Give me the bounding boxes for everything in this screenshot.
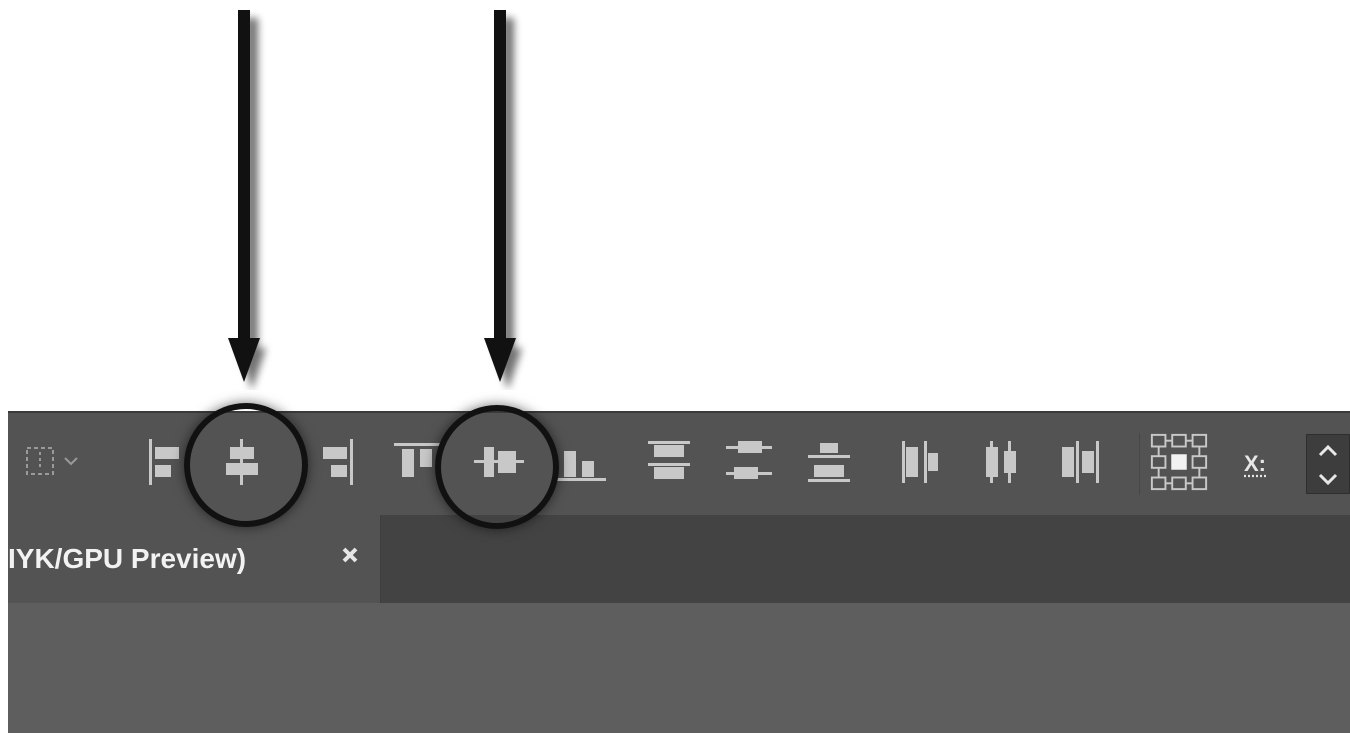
annotation-circle-horizontal-align-center — [184, 403, 308, 527]
chevron-up-icon[interactable] — [1307, 437, 1349, 465]
chevron-down-icon[interactable] — [1307, 465, 1349, 493]
vertical-distribute-center-button[interactable] — [718, 431, 780, 493]
vertical-distribute-center-icon — [726, 441, 772, 479]
vertical-align-bottom-icon — [556, 451, 606, 481]
transform-panel-dropdown[interactable] — [14, 431, 104, 493]
x-coordinate-stepper[interactable] — [1306, 434, 1350, 494]
toolbar-separator — [1139, 433, 1140, 495]
horizontal-align-right-button[interactable] — [304, 431, 366, 493]
vertical-distribute-top-icon — [648, 441, 690, 479]
reference-point-button[interactable] — [1148, 431, 1210, 493]
horizontal-align-left-icon — [149, 439, 179, 485]
document-tab-bar: IYK/GPU Preview) — [8, 515, 1350, 605]
artboard-canvas[interactable] — [8, 603, 1350, 733]
horizontal-distribute-center-button[interactable] — [970, 431, 1032, 493]
horizontal-distribute-right-icon — [1062, 441, 1099, 483]
horizontal-distribute-left-button[interactable] — [890, 431, 952, 493]
reference-point-icon — [1150, 433, 1208, 491]
annotation-circle-vertical-align-center — [435, 405, 559, 529]
annotation-arrow-right — [484, 10, 522, 390]
document-tab-title: IYK/GPU Preview) — [8, 543, 247, 574]
horizontal-distribute-right-button[interactable] — [1048, 431, 1110, 493]
annotation-arrow-left — [228, 10, 266, 390]
x-coordinate-label: X: — [1244, 451, 1266, 476]
vertical-distribute-bottom-icon — [808, 443, 850, 482]
vertical-align-bottom-button[interactable] — [550, 431, 612, 493]
document-tab[interactable]: IYK/GPU Preview) — [8, 515, 381, 603]
horizontal-distribute-center-icon — [986, 441, 1016, 483]
vertical-distribute-top-button[interactable] — [638, 431, 700, 493]
vertical-distribute-bottom-button[interactable] — [798, 431, 860, 493]
transform-panel-dropdown-icon — [26, 447, 78, 475]
horizontal-distribute-left-icon — [902, 441, 938, 483]
close-icon[interactable] — [338, 543, 362, 567]
horizontal-align-right-icon — [323, 439, 353, 485]
